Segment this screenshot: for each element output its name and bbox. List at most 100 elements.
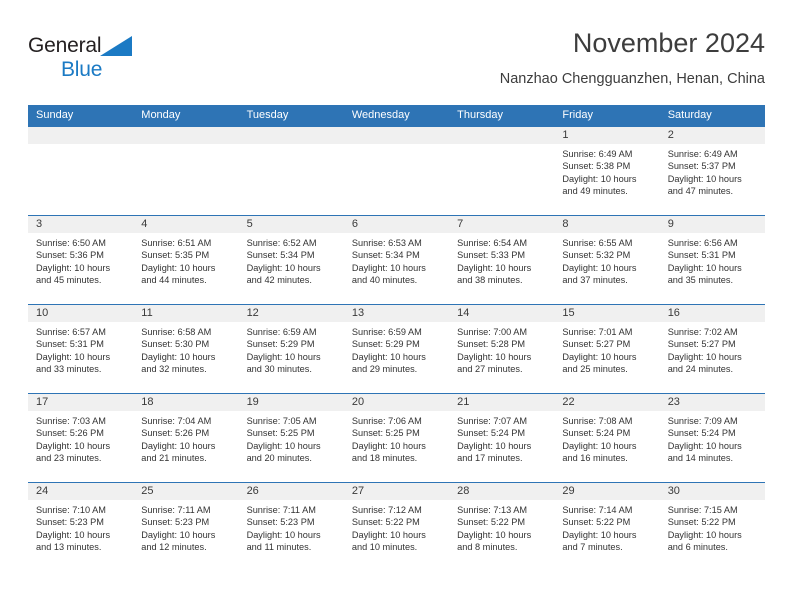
daylight-text-line2: and 23 minutes. bbox=[36, 453, 102, 464]
day-details: Sunrise: 6:59 AM Sunset: 5:29 PM Daylight:… bbox=[344, 322, 449, 376]
day-number: 29 bbox=[554, 483, 660, 500]
day-cell[interactable]: 27 Sunrise: 7:12 AM Sunset: 5:22 PM Dayligh… bbox=[343, 483, 450, 571]
weekday-header-friday: Friday bbox=[562, 109, 593, 121]
day-cell[interactable]: 5 Sunrise: 6:52 AM Sunset: 5:34 PM Daylight… bbox=[238, 216, 344, 304]
day-cell[interactable]: 30 Sunrise: 7:15 AM Sunset: 5:22 PM Dayligh… bbox=[659, 483, 765, 571]
sunset-text: Sunset: 5:24 PM bbox=[457, 428, 526, 439]
day-cell[interactable]: 2 Sunrise: 6:49 AM Sunset: 5:37 PM Daylight… bbox=[659, 127, 765, 215]
daylight-text-line1: Daylight: 10 hours bbox=[351, 529, 426, 540]
day-details: Sunrise: 6:52 AM Sunset: 5:34 PM Daylight:… bbox=[239, 233, 344, 287]
sunrise-text: Sunrise: 6:56 AM bbox=[667, 238, 738, 248]
day-details: Sunrise: 6:55 AM Sunset: 5:32 PM Daylight:… bbox=[554, 233, 659, 287]
sunrise-text: Sunrise: 6:59 AM bbox=[351, 327, 422, 337]
day-number: 12 bbox=[238, 305, 344, 322]
day-cell[interactable]: 16 Sunrise: 7:02 AM Sunset: 5:27 PM Dayligh… bbox=[659, 305, 765, 393]
calendar-weeks: 1 Sunrise: 6:49 AM Sunset: 5:38 PM Daylight… bbox=[28, 126, 765, 571]
daylight-text-line2: and 21 minutes. bbox=[141, 453, 207, 464]
day-cell[interactable]: 13 Sunrise: 6:59 AM Sunset: 5:29 PM Dayligh… bbox=[343, 305, 450, 393]
sunrise-text: Sunrise: 6:49 AM bbox=[562, 149, 633, 159]
day-details: Sunrise: 7:09 AM Sunset: 5:24 PM Daylight:… bbox=[660, 411, 765, 465]
day-cell[interactable]: 8 Sunrise: 6:55 AM Sunset: 5:32 PM Daylight… bbox=[554, 216, 660, 304]
page-title: November 2024 bbox=[572, 28, 765, 58]
day-cell[interactable]: 10 Sunrise: 6:57 AM Sunset: 5:31 PM Dayligh… bbox=[28, 305, 134, 393]
day-details: Sunrise: 7:15 AM Sunset: 5:22 PM Daylight:… bbox=[660, 500, 765, 554]
day-cell[interactable]: 9 Sunrise: 6:56 AM Sunset: 5:31 PM Daylight… bbox=[659, 216, 765, 304]
day-details: Sunrise: 6:53 AM Sunset: 5:34 PM Daylight:… bbox=[344, 233, 449, 287]
daylight-text-line1: Daylight: 10 hours bbox=[667, 351, 742, 362]
sunset-text: Sunset: 5:34 PM bbox=[246, 250, 315, 261]
weekday-header-saturday: Saturday bbox=[667, 109, 712, 121]
day-number: 5 bbox=[238, 216, 344, 233]
day-details: Sunrise: 6:49 AM Sunset: 5:37 PM Daylight:… bbox=[660, 144, 765, 198]
day-cell[interactable]: 12 Sunrise: 6:59 AM Sunset: 5:29 PM Dayligh… bbox=[238, 305, 344, 393]
daylight-text-line2: and 32 minutes. bbox=[141, 364, 207, 375]
day-details: Sunrise: 7:10 AM Sunset: 5:23 PM Daylight:… bbox=[28, 500, 133, 554]
day-cell[interactable]: 15 Sunrise: 7:01 AM Sunset: 5:27 PM Dayligh… bbox=[554, 305, 660, 393]
daylight-text-line2: and 6 minutes. bbox=[667, 542, 728, 553]
sunset-text: Sunset: 5:31 PM bbox=[36, 339, 104, 350]
sunrise-text: Sunrise: 7:07 AM bbox=[457, 416, 528, 426]
day-cell-empty bbox=[238, 127, 344, 215]
day-number: 26 bbox=[238, 483, 344, 500]
day-number: 1 bbox=[554, 127, 660, 144]
daylight-text-line1: Daylight: 10 hours bbox=[562, 262, 637, 273]
day-cell[interactable]: 24 Sunrise: 7:10 AM Sunset: 5:23 PM Dayligh… bbox=[28, 483, 134, 571]
day-cell[interactable]: 20 Sunrise: 7:06 AM Sunset: 5:25 PM Dayligh… bbox=[343, 394, 450, 482]
sunset-text: Sunset: 5:38 PM bbox=[562, 161, 631, 172]
day-cell[interactable]: 18 Sunrise: 7:04 AM Sunset: 5:26 PM Dayligh… bbox=[133, 394, 239, 482]
day-cell[interactable]: 19 Sunrise: 7:05 AM Sunset: 5:25 PM Dayligh… bbox=[238, 394, 344, 482]
daylight-text-line2: and 44 minutes. bbox=[141, 275, 207, 286]
day-details: Sunrise: 7:07 AM Sunset: 5:24 PM Daylight:… bbox=[449, 411, 554, 465]
sunset-text: Sunset: 5:35 PM bbox=[141, 250, 210, 261]
sunrise-text: Sunrise: 6:59 AM bbox=[246, 327, 317, 337]
day-cell[interactable]: 4 Sunrise: 6:51 AM Sunset: 5:35 PM Daylight… bbox=[133, 216, 239, 304]
day-number: 24 bbox=[28, 483, 134, 500]
logo-text-blue: Blue bbox=[61, 58, 103, 81]
day-number: 19 bbox=[238, 394, 344, 411]
day-cell[interactable]: 6 Sunrise: 6:53 AM Sunset: 5:34 PM Daylight… bbox=[343, 216, 450, 304]
calendar-week-row: 24 Sunrise: 7:10 AM Sunset: 5:23 PM Dayligh… bbox=[28, 482, 765, 571]
day-cell[interactable]: 23 Sunrise: 7:09 AM Sunset: 5:24 PM Dayligh… bbox=[659, 394, 765, 482]
day-number: 8 bbox=[554, 216, 660, 233]
sunrise-text: Sunrise: 6:51 AM bbox=[141, 238, 212, 248]
day-cell[interactable]: 14 Sunrise: 7:00 AM Sunset: 5:28 PM Dayligh… bbox=[449, 305, 555, 393]
day-cell[interactable]: 21 Sunrise: 7:07 AM Sunset: 5:24 PM Dayligh… bbox=[449, 394, 555, 482]
day-cell[interactable]: 29 Sunrise: 7:14 AM Sunset: 5:22 PM Dayligh… bbox=[554, 483, 660, 571]
day-cell[interactable]: 26 Sunrise: 7:11 AM Sunset: 5:23 PM Dayligh… bbox=[238, 483, 344, 571]
sunset-text: Sunset: 5:33 PM bbox=[457, 250, 526, 261]
day-number bbox=[343, 127, 450, 144]
weekday-header-thursday: Thursday bbox=[457, 109, 503, 121]
daylight-text-line1: Daylight: 10 hours bbox=[246, 440, 321, 451]
day-number: 28 bbox=[449, 483, 555, 500]
daylight-text-line1: Daylight: 10 hours bbox=[562, 440, 637, 451]
daylight-text-line2: and 35 minutes. bbox=[667, 275, 734, 286]
daylight-text-line1: Daylight: 10 hours bbox=[457, 440, 532, 451]
day-cell[interactable]: 3 Sunrise: 6:50 AM Sunset: 5:36 PM Daylight… bbox=[28, 216, 134, 304]
day-cell-empty bbox=[133, 127, 239, 215]
daylight-text-line2: and 47 minutes. bbox=[667, 186, 734, 197]
day-cell-empty bbox=[28, 127, 134, 215]
sunrise-text: Sunrise: 6:57 AM bbox=[36, 327, 106, 337]
day-cell[interactable]: 22 Sunrise: 7:08 AM Sunset: 5:24 PM Dayligh… bbox=[554, 394, 660, 482]
daylight-text-line1: Daylight: 10 hours bbox=[562, 173, 637, 184]
day-number: 21 bbox=[449, 394, 555, 411]
sunrise-text: Sunrise: 7:13 AM bbox=[457, 505, 528, 515]
daylight-text-line2: and 20 minutes. bbox=[246, 453, 312, 464]
day-cell[interactable]: 17 Sunrise: 7:03 AM Sunset: 5:26 PM Dayligh… bbox=[28, 394, 134, 482]
sunset-text: Sunset: 5:37 PM bbox=[667, 161, 736, 172]
day-cell[interactable]: 25 Sunrise: 7:11 AM Sunset: 5:23 PM Dayligh… bbox=[133, 483, 239, 571]
calendar-week-row: 17 Sunrise: 7:03 AM Sunset: 5:26 PM Dayligh… bbox=[28, 393, 765, 482]
day-cell[interactable]: 28 Sunrise: 7:13 AM Sunset: 5:22 PM Dayligh… bbox=[449, 483, 555, 571]
sunrise-text: Sunrise: 7:01 AM bbox=[562, 327, 633, 337]
logo-triangle-icon bbox=[100, 36, 133, 56]
day-cell[interactable]: 11 Sunrise: 6:58 AM Sunset: 5:30 PM Dayligh… bbox=[133, 305, 239, 393]
daylight-text-line2: and 42 minutes. bbox=[246, 275, 312, 286]
day-number: 13 bbox=[343, 305, 450, 322]
sunset-text: Sunset: 5:27 PM bbox=[667, 339, 736, 350]
day-number bbox=[28, 127, 134, 144]
day-number: 25 bbox=[133, 483, 239, 500]
day-details: Sunrise: 7:13 AM Sunset: 5:22 PM Daylight:… bbox=[449, 500, 554, 554]
day-cell[interactable]: 1 Sunrise: 6:49 AM Sunset: 5:38 PM Daylight… bbox=[554, 127, 660, 215]
daylight-text-line1: Daylight: 10 hours bbox=[36, 351, 111, 362]
day-cell[interactable]: 7 Sunrise: 6:54 AM Sunset: 5:33 PM Daylight… bbox=[449, 216, 555, 304]
